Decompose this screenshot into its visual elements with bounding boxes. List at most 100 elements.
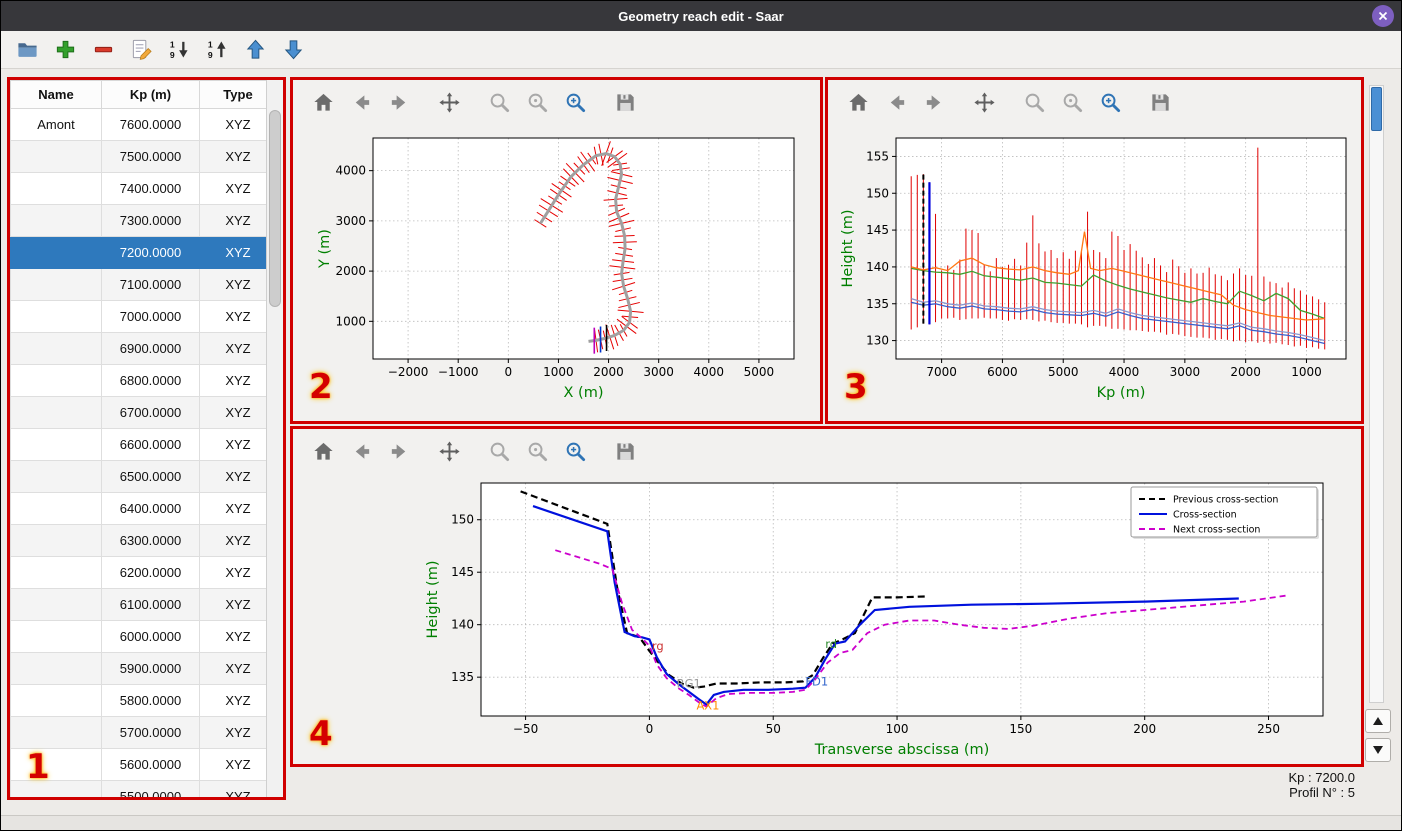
table-row[interactable]: Amont 7600.0000 XYZ bbox=[10, 108, 277, 141]
edit-cross-section-button[interactable] bbox=[125, 34, 157, 66]
svg-text:−2000: −2000 bbox=[388, 365, 429, 379]
svg-text:1000: 1000 bbox=[543, 365, 574, 379]
plan-zoom-original-button[interactable] bbox=[523, 88, 551, 116]
sort-descending-button[interactable]: 19 bbox=[163, 34, 195, 66]
plan-zoom-select-button[interactable] bbox=[561, 88, 589, 116]
table-row[interactable]: 6600.0000 XYZ bbox=[10, 428, 277, 461]
down-triangle-icon bbox=[1373, 746, 1383, 754]
titlebar[interactable]: Geometry reach edit - Saar bbox=[1, 1, 1401, 31]
cell-type: XYZ bbox=[199, 460, 277, 493]
cross-zoom-button[interactable] bbox=[485, 437, 513, 465]
svg-text:Kp (m): Kp (m) bbox=[1097, 385, 1146, 401]
cross-zoom-original-button[interactable] bbox=[523, 437, 551, 465]
svg-text:250: 250 bbox=[1257, 722, 1280, 736]
edit-icon bbox=[132, 39, 152, 60]
table-row[interactable]: 6100.0000 XYZ bbox=[10, 588, 277, 621]
cross-pan-button[interactable] bbox=[435, 437, 463, 465]
cell-kp: 7200.0000 bbox=[101, 236, 200, 269]
table-row[interactable]: 7000.0000 XYZ bbox=[10, 300, 277, 333]
profile-pan-button[interactable] bbox=[970, 88, 998, 116]
profile-back-button[interactable] bbox=[882, 88, 910, 116]
svg-text:145: 145 bbox=[451, 565, 474, 579]
cross-back-button[interactable] bbox=[347, 437, 375, 465]
close-button[interactable] bbox=[1372, 5, 1394, 27]
move-up-button[interactable] bbox=[239, 34, 271, 66]
delete-cross-section-button[interactable] bbox=[87, 34, 119, 66]
table-scrollbar-thumb[interactable] bbox=[269, 110, 281, 307]
column-header-kp-m-[interactable]: Kp (m) bbox=[101, 80, 200, 109]
profile-down-button[interactable] bbox=[1365, 738, 1391, 762]
plan-home-button[interactable] bbox=[309, 88, 337, 116]
table-row[interactable]: 7300.0000 XYZ bbox=[10, 204, 277, 237]
plan-back-button[interactable] bbox=[347, 88, 375, 116]
cell-type: XYZ bbox=[199, 684, 277, 717]
table-row[interactable]: 6300.0000 XYZ bbox=[10, 524, 277, 557]
table-row[interactable]: 5700.0000 XYZ bbox=[10, 716, 277, 749]
plan-view-figure[interactable]: −2000 −1000 0 1000 2000 3000 4000 5000 1000 2000 3… bbox=[293, 124, 820, 421]
cross-zoom-select-button[interactable] bbox=[561, 437, 589, 465]
cell-name bbox=[10, 332, 102, 365]
plan-pan-button[interactable] bbox=[435, 88, 463, 116]
svg-text:4000: 4000 bbox=[694, 365, 725, 379]
table-row[interactable]: 6800.0000 XYZ bbox=[10, 364, 277, 397]
move-down-button[interactable] bbox=[277, 34, 309, 66]
minus-icon bbox=[94, 46, 112, 53]
cell-type: XYZ bbox=[199, 748, 277, 781]
cell-name bbox=[10, 140, 102, 173]
table-row[interactable]: 6900.0000 XYZ bbox=[10, 332, 277, 365]
cell-type: XYZ bbox=[199, 396, 277, 429]
cross-save-button[interactable] bbox=[611, 437, 639, 465]
table-row[interactable]: 6500.0000 XYZ bbox=[10, 460, 277, 493]
arrow-up-icon bbox=[246, 39, 264, 59]
svg-text:150: 150 bbox=[866, 186, 889, 200]
profile-save-button[interactable] bbox=[1146, 88, 1174, 116]
cross-section-table-panel: Name Kp (m) Type Amont 7600.0000 XYZ 7500.000… bbox=[7, 77, 286, 800]
table-row[interactable]: 7400.0000 XYZ bbox=[10, 172, 277, 205]
column-header-type[interactable]: Type bbox=[199, 80, 277, 109]
profile-home-button[interactable] bbox=[844, 88, 872, 116]
cell-kp: 7000.0000 bbox=[101, 300, 200, 333]
profile-zoom-button[interactable] bbox=[1020, 88, 1048, 116]
cross-forward-button[interactable] bbox=[385, 437, 413, 465]
column-header-name[interactable]: Name bbox=[10, 80, 102, 109]
cross-section-view-panel: −50 0 50 100 150 200 250 135 140 145 150 Transverse… bbox=[290, 426, 1364, 767]
window-scrollbar-thumb[interactable] bbox=[1371, 87, 1382, 131]
cell-kp: 6700.0000 bbox=[101, 396, 200, 429]
sort-ascending-button[interactable]: 19 bbox=[201, 34, 233, 66]
table-row[interactable]: 6400.0000 XYZ bbox=[10, 492, 277, 525]
profile-forward-button[interactable] bbox=[920, 88, 948, 116]
cross-section-chart[interactable]: −50 0 50 100 150 200 250 135 140 145 150 Transverse… bbox=[293, 473, 1361, 764]
table-row[interactable]: 7500.0000 XYZ bbox=[10, 140, 277, 173]
svg-text:135: 135 bbox=[866, 297, 889, 311]
table-row[interactable]: 6200.0000 XYZ bbox=[10, 556, 277, 589]
table-row[interactable]: 7200.0000 XYZ bbox=[10, 236, 277, 269]
table-row[interactable]: 5900.0000 XYZ bbox=[10, 652, 277, 685]
cross-home-button[interactable] bbox=[309, 437, 337, 465]
profile-zoom-original-button[interactable] bbox=[1058, 88, 1086, 116]
cross-section-figure[interactable]: −50 0 50 100 150 200 250 135 140 145 150 Transverse… bbox=[293, 473, 1361, 764]
table-row[interactable]: 6700.0000 XYZ bbox=[10, 396, 277, 429]
profile-zoom-select-button[interactable] bbox=[1096, 88, 1124, 116]
svg-text:100: 100 bbox=[886, 722, 909, 736]
plan-view-chart[interactable]: −2000 −1000 0 1000 2000 3000 4000 5000 1000 2000 3… bbox=[293, 124, 820, 421]
svg-text:7000: 7000 bbox=[926, 365, 957, 379]
profile-up-button[interactable] bbox=[1365, 709, 1391, 733]
add-cross-section-button[interactable] bbox=[49, 34, 81, 66]
longitudinal-profile-figure[interactable]: 7000 6000 5000 4000 3000 2000 1000 130 135 140 145… bbox=[828, 124, 1361, 421]
longitudinal-profile-chart[interactable]: 7000 6000 5000 4000 3000 2000 1000 130 135 140 145… bbox=[828, 124, 1361, 421]
table-row[interactable]: 5800.0000 XYZ bbox=[10, 684, 277, 717]
svg-text:200: 200 bbox=[1133, 722, 1156, 736]
cell-kp: 5800.0000 bbox=[101, 684, 200, 717]
window-scrollbar[interactable] bbox=[1369, 85, 1384, 703]
open-file-button[interactable] bbox=[11, 34, 43, 66]
cell-kp: 5600.0000 bbox=[101, 748, 200, 781]
table-row[interactable]: 6000.0000 XYZ bbox=[10, 620, 277, 653]
table-row[interactable]: 5500.0000 XYZ bbox=[10, 780, 277, 797]
plan-save-button[interactable] bbox=[611, 88, 639, 116]
table-row[interactable]: 5600.0000 XYZ bbox=[10, 748, 277, 781]
plan-zoom-button[interactable] bbox=[485, 88, 513, 116]
plan-forward-button[interactable] bbox=[385, 88, 413, 116]
table-row[interactable]: 7100.0000 XYZ bbox=[10, 268, 277, 301]
cell-type: XYZ bbox=[199, 716, 277, 749]
table-scrollbar[interactable] bbox=[266, 80, 283, 797]
